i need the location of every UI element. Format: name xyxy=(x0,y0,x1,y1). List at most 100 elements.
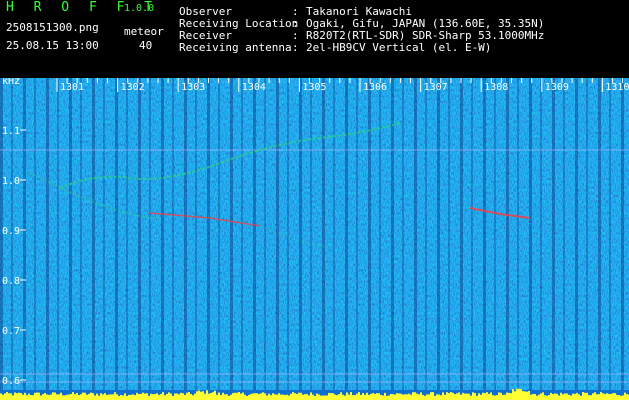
power-bar-segment xyxy=(134,395,136,400)
power-bar-segment xyxy=(188,392,190,400)
power-bar-segment xyxy=(46,394,48,400)
power-bar-segment xyxy=(366,392,368,400)
power-bar-segment xyxy=(42,394,44,400)
power-bar-segment xyxy=(476,395,478,400)
power-bar-segment xyxy=(262,392,264,400)
power-bar-segment xyxy=(606,393,608,400)
power-bar-segment xyxy=(534,394,536,400)
power-bar-segment xyxy=(284,395,286,400)
power-bar-segment xyxy=(144,393,146,400)
power-bar-segment xyxy=(278,393,280,400)
power-bar-segment xyxy=(236,392,238,400)
meta-value-antenna: 2el-HB9CV Vertical (el. E-W) xyxy=(306,41,492,54)
power-bar-segment xyxy=(422,394,424,400)
power-bar-segment xyxy=(618,394,620,400)
power-bar-segment xyxy=(538,394,540,400)
power-bar-segment xyxy=(52,392,54,400)
power-bar-segment xyxy=(446,392,448,400)
power-bar-segment xyxy=(546,395,548,400)
power-bar-segment xyxy=(88,393,90,400)
power-bar-segment xyxy=(242,392,244,400)
power-bar-segment xyxy=(2,394,4,400)
power-bar-segment xyxy=(416,393,418,400)
y-tick-label: 1.0 xyxy=(2,176,20,187)
power-bar-segment xyxy=(464,393,466,400)
power-bar-segment xyxy=(162,392,164,400)
power-bar-segment xyxy=(380,394,382,400)
power-bar-segment xyxy=(382,395,384,400)
power-bar-segment xyxy=(292,392,294,400)
power-bar-segment xyxy=(208,393,210,400)
power-bar-segment xyxy=(56,394,58,400)
power-bar-segment xyxy=(612,393,614,400)
power-bar-segment xyxy=(76,392,78,400)
power-bar-segment xyxy=(30,395,32,400)
power-bar-segment xyxy=(542,392,544,400)
power-bar-segment xyxy=(112,394,114,400)
power-bar-segment xyxy=(576,392,578,400)
power-bar-segment xyxy=(58,394,60,400)
power-bar-segment xyxy=(218,392,220,400)
power-bar-segment xyxy=(106,394,108,400)
y-axis-unit: kHz xyxy=(2,78,20,87)
power-bar-segment xyxy=(458,392,460,400)
power-bar-segment xyxy=(334,394,336,400)
power-bar-segment xyxy=(414,392,416,400)
meteor-label: meteor xyxy=(124,25,164,38)
power-bar-segment xyxy=(344,395,346,400)
power-bar-segment xyxy=(482,392,484,400)
power-bar-segment xyxy=(358,392,360,400)
power-bar-segment xyxy=(302,394,304,400)
power-bar-segment xyxy=(270,395,272,400)
power-bar-segment xyxy=(390,394,392,400)
power-bar-segment xyxy=(50,394,52,400)
power-bar-segment xyxy=(568,394,570,400)
power-bar-segment xyxy=(484,393,486,400)
power-bar-segment xyxy=(560,392,562,400)
power-bar-segment xyxy=(154,393,156,400)
x-tick-label: 1304 xyxy=(242,82,266,93)
power-bar-segment xyxy=(448,393,450,400)
power-bar-segment xyxy=(354,395,356,400)
power-bar-segment xyxy=(322,395,324,400)
power-bar-segment xyxy=(310,392,312,400)
power-bar-segment xyxy=(136,392,138,400)
power-bar-segment xyxy=(14,392,16,400)
power-bar-segment xyxy=(6,392,8,400)
power-bar-segment xyxy=(280,394,282,400)
power-bar-segment xyxy=(70,393,72,400)
power-bar-segment xyxy=(100,393,102,400)
power-bar-segment xyxy=(454,394,456,400)
power-bar-segment xyxy=(526,391,528,400)
power-bar-segment xyxy=(520,388,522,400)
power-bar-segment xyxy=(294,393,296,400)
power-bar-segment xyxy=(402,394,404,400)
power-bar-segment xyxy=(204,393,206,400)
power-bar-segment xyxy=(400,393,402,400)
power-bar-segment xyxy=(584,392,586,400)
power-bar-segment xyxy=(132,394,134,400)
spectrogram-stripes xyxy=(0,78,629,400)
power-bar-segment xyxy=(550,392,552,400)
power-bar-segment xyxy=(92,393,94,400)
power-bar-segment xyxy=(276,394,278,400)
x-tick-label: 1306 xyxy=(363,82,387,93)
power-bar-segment xyxy=(78,395,80,400)
power-bar-segment xyxy=(150,393,152,400)
power-bar-segment xyxy=(26,395,28,400)
file-name: 2508151300.png xyxy=(6,21,99,34)
power-bar-segment xyxy=(16,393,18,400)
power-bar-segment xyxy=(386,395,388,400)
power-bar-segment xyxy=(90,392,92,400)
power-bar-segment xyxy=(466,393,468,400)
power-bar-segment xyxy=(372,393,374,400)
x-tick-label: 1302 xyxy=(121,82,145,93)
power-bar-segment xyxy=(250,393,252,400)
power-bar-segment xyxy=(140,393,142,400)
power-bar-segment xyxy=(228,395,230,400)
power-bar-segment xyxy=(316,393,318,400)
power-bar-segment xyxy=(4,393,6,400)
power-bar-segment xyxy=(198,390,200,400)
power-bar-segment xyxy=(468,393,470,400)
power-bar-segment xyxy=(282,394,284,400)
